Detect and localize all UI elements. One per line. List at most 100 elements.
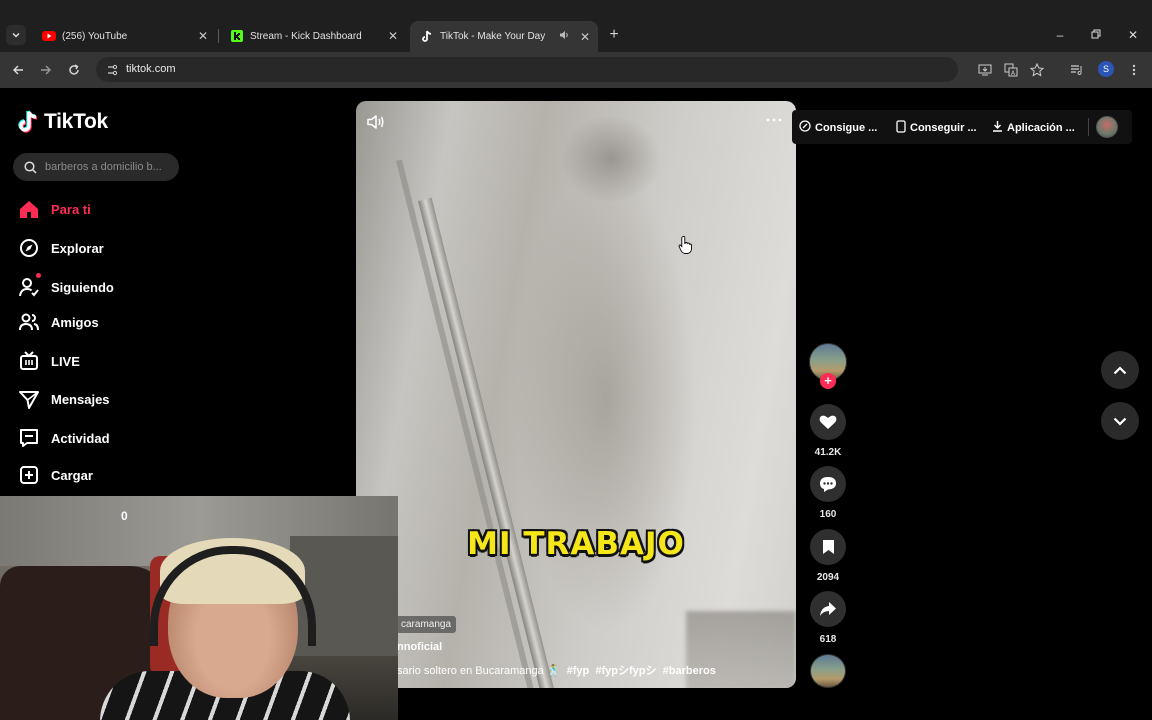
hashtag[interactable]: #fypシfypシ	[595, 665, 656, 677]
previous-video-button[interactable]	[1101, 351, 1139, 389]
search-icon	[22, 159, 38, 175]
comment-count: 160	[819, 509, 837, 520]
translate-icon[interactable]: A	[1002, 61, 1020, 79]
nav-item-explorar[interactable]: Explorar	[18, 237, 104, 259]
more-options-icon[interactable]	[764, 113, 784, 127]
address-bar[interactable]	[96, 57, 958, 82]
site-info-icon[interactable]	[104, 62, 120, 78]
music-disc[interactable]	[810, 654, 846, 688]
volume-icon[interactable]	[366, 113, 386, 131]
install-app-icon[interactable]	[976, 61, 994, 79]
arrow-right-icon	[41, 65, 51, 75]
media-controls-icon[interactable]	[1068, 61, 1086, 79]
hand-cursor-icon	[678, 235, 694, 255]
tiktok-logo-icon	[18, 110, 38, 133]
youtube-icon	[42, 29, 56, 43]
chevron-up-icon	[1113, 365, 1127, 374]
reload-icon	[69, 64, 79, 75]
live-icon	[18, 350, 40, 372]
nav-item-actividad[interactable]: Actividad	[18, 427, 110, 449]
description-text: sario soltero en Bucaramanga 🕺	[397, 665, 561, 677]
nav-item-amigos[interactable]: Amigos	[18, 311, 99, 333]
hashtag[interactable]: #barberos	[663, 665, 716, 677]
logo-text: TikTok	[44, 110, 108, 133]
get-app-link[interactable]: Conseguir ...	[896, 120, 977, 136]
share-arrow-icon	[820, 602, 836, 616]
author-name[interactable]: nnoficial	[397, 641, 442, 653]
speaker-icon[interactable]	[559, 30, 570, 43]
tab-kick[interactable]: Stream - Kick Dashboard ✕	[220, 24, 406, 48]
compass-icon	[18, 237, 40, 259]
reload-button[interactable]	[64, 60, 84, 80]
tab-tiktok[interactable]: TikTok - Make Your Day ✕	[410, 21, 598, 52]
bookmark-icon	[822, 540, 834, 554]
video-caption-overlay: MI TRABAJO	[467, 526, 685, 562]
minimize-icon[interactable]: –	[1052, 28, 1068, 42]
webcam-overlay: 0	[0, 496, 398, 720]
window-close-icon[interactable]: ✕	[1125, 28, 1141, 42]
forward-button[interactable]	[36, 60, 56, 80]
following-icon	[18, 273, 41, 298]
video-player[interactable]: MI TRABAJO caramanga nnoficial sario sol…	[356, 101, 796, 688]
profile-avatar[interactable]: S	[1098, 61, 1114, 77]
menu-kebab-icon[interactable]	[1125, 61, 1143, 79]
like-count: 41.2K	[814, 447, 842, 458]
arrow-left-icon	[13, 65, 23, 75]
nav-item-label: Cargar	[51, 467, 93, 483]
search-input[interactable]: barberos a domicilio b...	[13, 153, 179, 181]
comment-icon	[820, 476, 836, 492]
tiktok-logo[interactable]: TikTok	[18, 110, 108, 134]
notification-dot	[36, 273, 41, 278]
url-text[interactable]: tiktok.com	[126, 63, 176, 75]
webcam-counter: 0	[121, 509, 128, 523]
divider	[1088, 118, 1089, 136]
home-icon	[18, 198, 40, 220]
close-icon[interactable]: ✕	[386, 29, 400, 43]
nav-item-label: Siguiendo	[51, 279, 114, 295]
messages-icon	[18, 388, 40, 410]
bookmark-star-icon[interactable]	[1028, 61, 1046, 79]
restore-icon[interactable]	[1088, 28, 1104, 42]
user-avatar[interactable]	[1096, 116, 1118, 138]
next-video-button[interactable]	[1101, 402, 1139, 440]
phone-icon	[896, 120, 906, 136]
tab-title: TikTok - Make Your Day	[440, 31, 546, 42]
tab-title: Stream - Kick Dashboard	[250, 30, 362, 42]
search-placeholder: barberos a domicilio b...	[45, 161, 162, 173]
like-button[interactable]	[810, 404, 846, 440]
heart-icon	[819, 415, 837, 429]
upload-icon	[18, 464, 40, 486]
video-description: sario soltero en Bucaramanga 🕺 #fyp #fyp…	[397, 662, 716, 678]
chevron-down-icon	[1113, 417, 1127, 426]
close-icon[interactable]: ✕	[196, 29, 210, 43]
nav-item-para-ti[interactable]: Para ti	[18, 198, 91, 220]
back-button[interactable]	[8, 60, 28, 80]
nav-item-cargar[interactable]: Cargar	[18, 464, 93, 486]
coin-icon	[799, 120, 811, 135]
new-tab-button[interactable]: +	[606, 26, 622, 44]
nav-item-label: Mensajes	[51, 391, 110, 407]
friends-icon	[18, 311, 40, 333]
download-icon	[992, 120, 1003, 135]
nav-item-mensajes[interactable]: Mensajes	[18, 388, 110, 410]
save-button[interactable]	[810, 529, 846, 565]
comment-button[interactable]	[810, 466, 846, 502]
nav-item-label: Amigos	[51, 314, 99, 330]
nav-item-siguiendo[interactable]: Siguiendo	[18, 273, 114, 298]
top-link-label: Aplicación ...	[1007, 121, 1075, 134]
hashtag[interactable]: #fyp	[567, 665, 590, 677]
video-scene-door	[418, 197, 558, 688]
tab-separator	[218, 29, 219, 43]
close-icon[interactable]: ✕	[578, 30, 592, 44]
download-app-link[interactable]: Aplicación ...	[992, 120, 1075, 135]
tab-youtube[interactable]: (256) YouTube ✕	[32, 24, 216, 48]
share-button[interactable]	[810, 591, 846, 627]
location-tag[interactable]: caramanga	[396, 616, 457, 633]
top-link-label: Conseguir ...	[910, 122, 977, 134]
tab-title: (256) YouTube	[62, 30, 128, 42]
get-coins-link[interactable]: Consigue ...	[799, 120, 877, 135]
nav-item-live[interactable]: LIVE	[18, 350, 80, 372]
follow-plus-icon[interactable]: +	[820, 373, 836, 389]
kick-icon	[230, 29, 244, 43]
tab-search-button[interactable]	[6, 25, 26, 45]
